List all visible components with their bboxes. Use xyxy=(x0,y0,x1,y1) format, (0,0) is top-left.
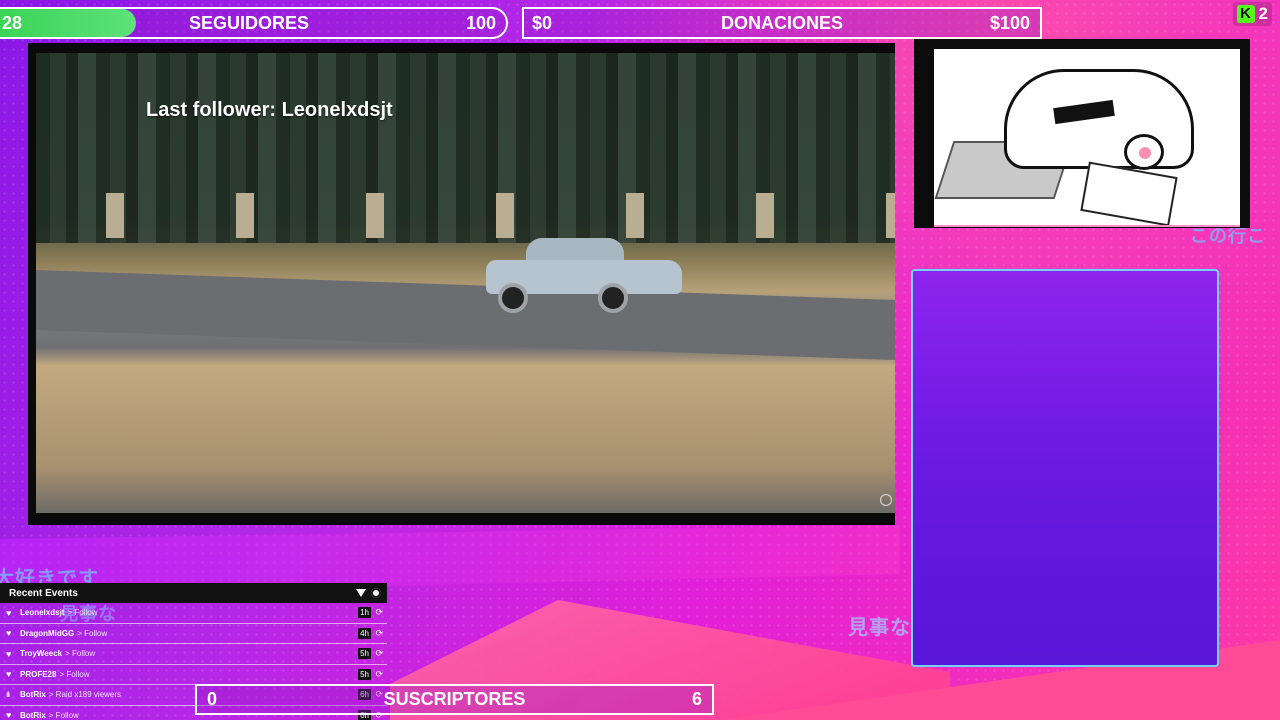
subscribers-goal-bar: 0 SUSCRIPTORES 6 xyxy=(195,684,714,715)
event-user: BotRix xyxy=(20,690,46,700)
event-row: ♥ TroyWeeck > Follow 5h ⟳ xyxy=(0,644,387,665)
donations-goal-bar: $0 DONACIONES $100 xyxy=(522,7,1042,39)
heart-icon: ♥ xyxy=(6,628,12,639)
last-follower-label: Last follower: Leonelxdsjt xyxy=(146,99,393,121)
replay-icon[interactable]: ⟳ xyxy=(375,669,383,680)
heart-icon: ♥ xyxy=(6,648,12,659)
bongo-cat-avatar xyxy=(934,49,1240,227)
kick-viewer-badge: K 2 xyxy=(1232,2,1272,26)
subscribers-title: SUSCRIPTORES xyxy=(383,689,526,709)
event-user: DragonMidGG xyxy=(20,628,75,638)
viewer-count: 2 xyxy=(1258,4,1268,23)
event-time: 1h xyxy=(358,607,371,619)
gameplay-video[interactable] xyxy=(36,53,895,513)
replay-icon[interactable]: ⟳ xyxy=(375,628,383,639)
event-user: Leonelxdsjt xyxy=(20,608,65,618)
event-row: ♥ Leonelxdsjt > Follow 1h ⟳ xyxy=(0,603,387,624)
video-watermark-icon xyxy=(880,494,892,506)
recent-events-title: Recent Events xyxy=(9,587,78,599)
event-action: > Follow xyxy=(67,608,98,618)
video-road xyxy=(36,270,895,360)
car-wheel xyxy=(598,283,628,313)
event-user: PROFE28 xyxy=(20,669,57,679)
event-action: > Follow xyxy=(48,710,79,720)
donations-title: DONACIONES xyxy=(720,12,843,33)
side-panel xyxy=(911,269,1219,667)
avatar-cam-frame xyxy=(914,39,1250,228)
recent-events-header: Recent Events xyxy=(0,583,387,603)
followers-title: SEGUIDORES xyxy=(188,12,310,33)
replay-icon[interactable]: ⟳ xyxy=(375,607,383,618)
subscribers-goal: 6 xyxy=(691,689,702,709)
car-wheel xyxy=(498,283,528,313)
kick-logo-icon: K xyxy=(1236,5,1255,23)
cat-paw-drawing xyxy=(1124,134,1164,170)
event-row: ♥ DragonMidGG > Follow 4h ⟳ xyxy=(0,624,387,644)
video-posts xyxy=(36,193,895,238)
event-action: > Raid x189 viewers xyxy=(48,690,122,700)
raid-icon: ılı xyxy=(6,690,10,700)
replay-icon[interactable]: ⟳ xyxy=(375,648,383,659)
heart-icon: ♥ xyxy=(6,607,12,618)
followers-goal: 100 xyxy=(465,12,496,33)
heart-icon: ♥ xyxy=(6,669,12,680)
event-time: 5h xyxy=(358,668,371,680)
gameplay-video-frame: Last follower: Leonelxdsjt xyxy=(28,43,895,525)
filter-icon[interactable] xyxy=(356,589,366,597)
decorative-japanese-text: 見事な xyxy=(848,617,911,639)
gear-icon[interactable] xyxy=(371,588,381,598)
event-action: > Follow xyxy=(77,628,108,638)
heart-icon: ♥ xyxy=(6,710,12,720)
event-time: 5h xyxy=(358,648,371,660)
event-action: > Follow xyxy=(65,649,96,659)
drift-car xyxy=(486,238,682,313)
event-row: ♥ PROFE28 > Follow 5h ⟳ xyxy=(0,665,387,685)
donations-goal: $100 xyxy=(989,12,1030,33)
event-action: > Follow xyxy=(59,669,90,679)
cat-drawing xyxy=(1004,69,1194,169)
event-user: BotRix xyxy=(20,710,46,720)
event-time: 4h xyxy=(358,627,371,639)
followers-goal-bar: 28 SEGUIDORES 100 xyxy=(0,7,508,39)
event-user: TroyWeeck xyxy=(20,649,63,659)
keyboard-drawing xyxy=(1080,161,1178,225)
